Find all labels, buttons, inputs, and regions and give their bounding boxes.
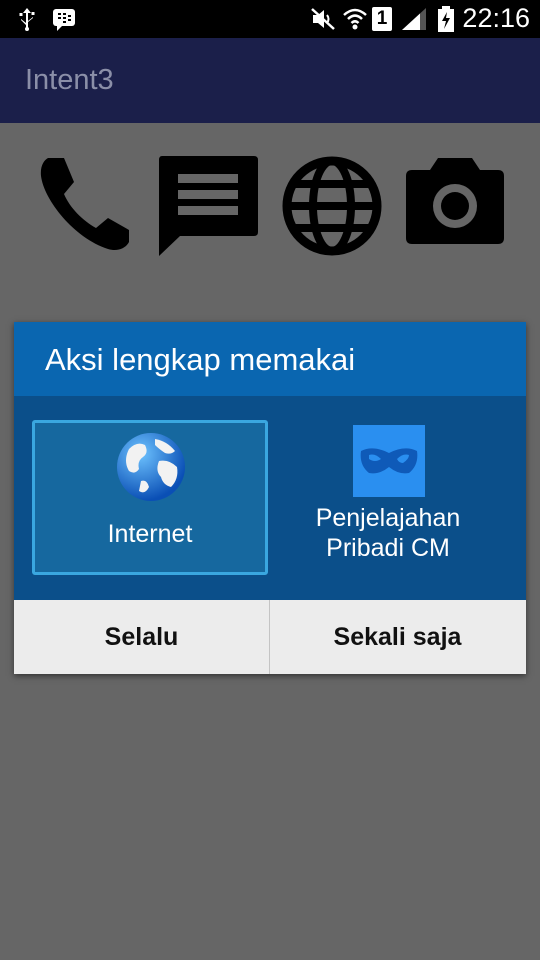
just-once-button[interactable]: Sekali saja xyxy=(270,600,525,674)
status-time: 22:16 xyxy=(462,3,530,33)
choice-label-cm-browser: Penjelajahan Pribadi CM xyxy=(270,503,506,563)
status-bar: 1 22:16 xyxy=(0,0,540,38)
camera-icon[interactable] xyxy=(404,156,506,246)
choice-internet[interactable]: Internet xyxy=(32,420,268,575)
app-bar: Intent3 xyxy=(0,38,540,123)
phone-icon[interactable] xyxy=(38,152,132,252)
choice-label-cm-line1: Penjelajahan xyxy=(315,504,461,532)
battery-charging-icon xyxy=(438,6,454,32)
always-button[interactable]: Selalu xyxy=(14,600,269,674)
choice-label-internet: Internet xyxy=(107,520,193,548)
cm-mask-icon xyxy=(353,425,425,497)
sim-badge: 1 xyxy=(376,8,388,29)
mute-icon xyxy=(311,8,335,30)
choice-cm-browser[interactable]: Penjelajahan Pribadi CM xyxy=(270,420,506,575)
choice-label-cm-line2: Pribadi CM xyxy=(326,534,450,562)
wifi-icon xyxy=(343,8,367,30)
dialog-body: Internet Penjelajahan Pribadi CM xyxy=(14,396,526,600)
dialog-title: Aksi lengkap memakai xyxy=(45,342,356,377)
bbm-icon xyxy=(53,9,75,31)
app-title: Intent3 xyxy=(25,64,114,96)
globe-icon[interactable] xyxy=(282,156,382,256)
dialog-footer: Selalu Sekali saja xyxy=(14,600,526,674)
internet-globe-icon xyxy=(117,433,185,501)
signal-icon xyxy=(402,8,426,30)
chooser-dialog: Aksi lengkap memakai Internet Penjelajah… xyxy=(14,322,526,674)
usb-icon xyxy=(19,8,35,31)
sim-1-icon: 1 xyxy=(372,7,392,31)
message-icon[interactable] xyxy=(156,154,260,258)
dialog-header: Aksi lengkap memakai xyxy=(14,322,526,396)
